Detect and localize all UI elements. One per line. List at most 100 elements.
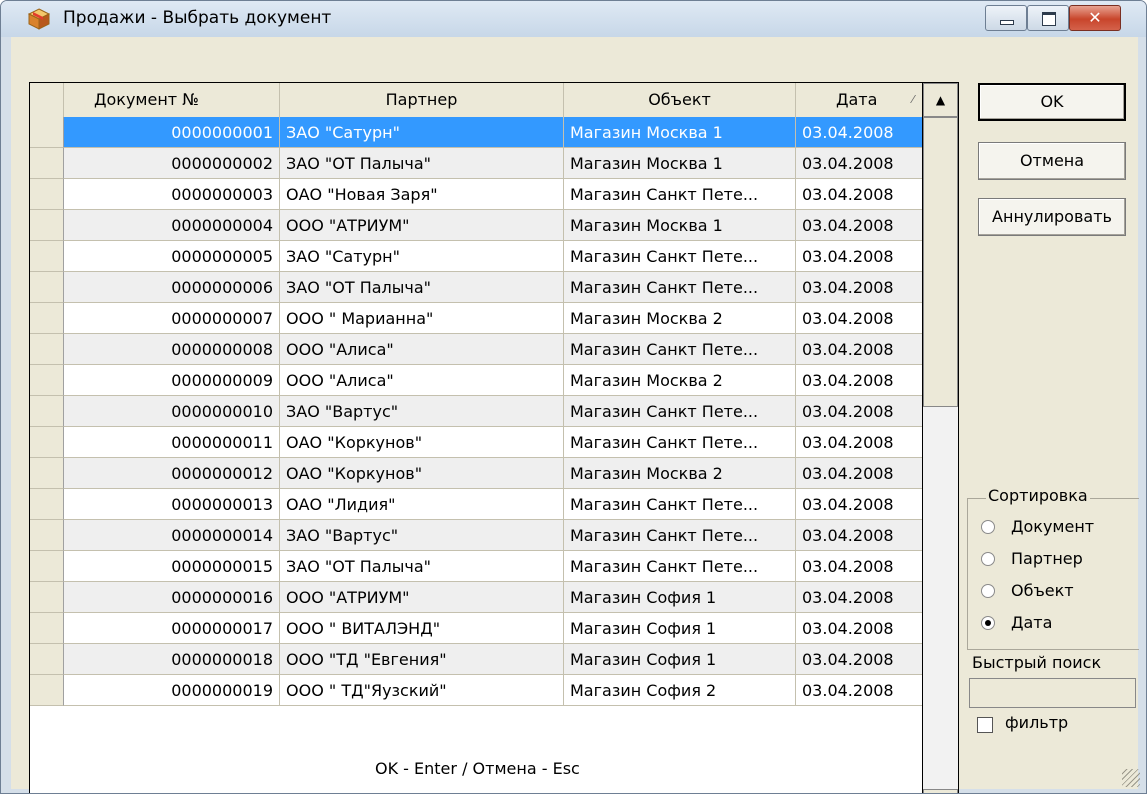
partner-cell: ООО " Марианна" bbox=[280, 303, 564, 334]
maximize-button[interactable] bbox=[1027, 5, 1069, 31]
resize-grip-icon[interactable] bbox=[1122, 769, 1140, 787]
object-cell: Магазин Санкт Пете... bbox=[564, 520, 796, 551]
row-indicator[interactable] bbox=[30, 613, 64, 644]
row-indicator[interactable] bbox=[30, 210, 64, 241]
table-row[interactable]: 0000000001 ЗАО "Сатурн" Магазин Москва 1 03… bbox=[30, 117, 922, 148]
row-indicator[interactable] bbox=[30, 117, 64, 148]
document-number-cell: 0000000003 bbox=[64, 179, 280, 210]
document-number-cell: 0000000019 bbox=[64, 675, 280, 706]
sort-radio-document-label: Документ bbox=[1011, 517, 1095, 536]
column-header-document[interactable]: Документ № bbox=[64, 83, 280, 117]
object-cell: Магазин Санкт Пете... bbox=[564, 489, 796, 520]
object-cell: Магазин Санкт Пете... bbox=[564, 334, 796, 365]
title-bar[interactable]: Продажи - Выбрать документ ✕ bbox=[1, 1, 1146, 37]
filter-label: фильтр bbox=[1005, 713, 1069, 732]
documents-table[interactable]: Документ № Партнер Объект Дата ⁄ 0000000… bbox=[29, 82, 923, 793]
table-row[interactable]: 0000000012 ОАО "Коркунов" Магазин Москва 2… bbox=[30, 458, 922, 489]
table-row[interactable]: 0000000011 ОАО "Коркунов" Магазин Санкт Пе… bbox=[30, 427, 922, 458]
radio-partner-icon bbox=[981, 552, 995, 566]
quick-search-label: Быстрый поиск bbox=[972, 653, 1102, 672]
row-indicator[interactable] bbox=[30, 365, 64, 396]
row-indicator[interactable] bbox=[30, 303, 64, 334]
table-row[interactable]: 0000000006 ЗАО "ОТ Палыча" Магазин Санкт П… bbox=[30, 272, 922, 303]
scroll-up-button[interactable]: ▲ bbox=[923, 83, 958, 117]
table-row[interactable]: 0000000015 ЗАО "ОТ Палыча" Магазин Санкт П… bbox=[30, 551, 922, 582]
document-number-cell: 0000000018 bbox=[64, 644, 280, 675]
row-indicator[interactable] bbox=[30, 644, 64, 675]
document-number-cell: 0000000004 bbox=[64, 210, 280, 241]
close-button[interactable]: ✕ bbox=[1069, 5, 1121, 31]
row-indicator[interactable] bbox=[30, 458, 64, 489]
table-row[interactable]: 0000000019 ООО " ТД"Яузский" Магазин София… bbox=[30, 675, 922, 706]
header-indicator bbox=[30, 83, 64, 117]
table-row[interactable]: 0000000017 ООО " ВИТАЛЭНД" Магазин София 1… bbox=[30, 613, 922, 644]
date-cell: 03.04.2008 bbox=[796, 365, 922, 396]
date-cell: 03.04.2008 bbox=[796, 334, 922, 365]
document-number-cell: 0000000009 bbox=[64, 365, 280, 396]
table-row[interactable]: 0000000003 ОАО "Новая Заря" Магазин Санкт … bbox=[30, 179, 922, 210]
date-cell: 03.04.2008 bbox=[796, 272, 922, 303]
partner-cell: ОАО "Коркунов" bbox=[280, 427, 564, 458]
partner-cell: ЗАО "ОТ Палыча" bbox=[280, 551, 564, 582]
table-row[interactable]: 0000000013 ОАО "Лидия" Магазин Санкт Пете.… bbox=[30, 489, 922, 520]
date-cell: 03.04.2008 bbox=[796, 675, 922, 706]
status-hint: OK - Enter / Отмена - Esc bbox=[375, 759, 580, 778]
date-cell: 03.04.2008 bbox=[796, 427, 922, 458]
table-row[interactable]: 0000000018 ООО "ТД "Евгения" Магазин София… bbox=[30, 644, 922, 675]
radio-document-icon bbox=[981, 520, 995, 534]
annul-button[interactable]: Аннулировать bbox=[978, 198, 1126, 236]
partner-cell: ЗАО "Вартус" bbox=[280, 520, 564, 551]
partner-cell: ОАО "Новая Заря" bbox=[280, 179, 564, 210]
row-indicator[interactable] bbox=[30, 551, 64, 582]
column-header-date[interactable]: Дата ⁄ bbox=[796, 83, 922, 117]
table-row[interactable]: 0000000004 ООО "АТРИУМ" Магазин Москва 1 03… bbox=[30, 210, 922, 241]
table-row[interactable]: 0000000016 ООО "АТРИУМ" Магазин София 1 03.… bbox=[30, 582, 922, 613]
table-row[interactable]: 0000000008 ООО "Алиса" Магазин Санкт Пете.… bbox=[30, 334, 922, 365]
table-row[interactable]: 0000000007 ООО " Марианна" Магазин Москва … bbox=[30, 303, 922, 334]
select-document-window: Продажи - Выбрать документ ✕ Документ № … bbox=[0, 0, 1147, 794]
date-cell: 03.04.2008 bbox=[796, 458, 922, 489]
document-number-cell: 0000000010 bbox=[64, 396, 280, 427]
partner-cell: ООО "Алиса" bbox=[280, 365, 564, 396]
column-header-partner[interactable]: Партнер bbox=[280, 83, 564, 117]
table-row[interactable]: 0000000010 ЗАО "Вартус" Магазин Санкт Пете… bbox=[30, 396, 922, 427]
row-indicator[interactable] bbox=[30, 241, 64, 272]
date-cell: 03.04.2008 bbox=[796, 303, 922, 334]
row-indicator[interactable] bbox=[30, 396, 64, 427]
date-cell: 03.04.2008 bbox=[796, 210, 922, 241]
row-indicator[interactable] bbox=[30, 582, 64, 613]
quick-search-input[interactable] bbox=[969, 678, 1136, 708]
date-cell: 03.04.2008 bbox=[796, 396, 922, 427]
table-row[interactable]: 0000000005 ЗАО "Сатурн" Магазин Санкт Пете… bbox=[30, 241, 922, 272]
vertical-scrollbar[interactable]: ▲ ▼ bbox=[923, 82, 959, 793]
partner-cell: ЗАО "Сатурн" bbox=[280, 241, 564, 272]
row-indicator[interactable] bbox=[30, 272, 64, 303]
ok-button[interactable]: OK bbox=[978, 83, 1126, 121]
document-number-cell: 0000000006 bbox=[64, 272, 280, 303]
row-indicator[interactable] bbox=[30, 489, 64, 520]
date-cell: 03.04.2008 bbox=[796, 520, 922, 551]
row-indicator[interactable] bbox=[30, 148, 64, 179]
table-row[interactable]: 0000000002 ЗАО "ОТ Палыча" Магазин Москва … bbox=[30, 148, 922, 179]
sort-radio-partner-label: Партнер bbox=[1011, 549, 1083, 568]
scroll-down-button[interactable]: ▼ bbox=[923, 789, 958, 793]
table-row[interactable]: 0000000014 ЗАО "Вартус" Магазин Санкт Пете… bbox=[30, 520, 922, 551]
scroll-thumb[interactable] bbox=[923, 117, 958, 407]
row-indicator[interactable] bbox=[30, 334, 64, 365]
row-indicator[interactable] bbox=[30, 520, 64, 551]
filter-checkbox[interactable] bbox=[977, 717, 993, 733]
row-indicator[interactable] bbox=[30, 427, 64, 458]
row-indicator[interactable] bbox=[30, 179, 64, 210]
row-indicator[interactable] bbox=[30, 675, 64, 706]
document-number-cell: 0000000001 bbox=[64, 117, 280, 148]
partner-cell: ЗАО "ОТ Палыча" bbox=[280, 148, 564, 179]
document-number-cell: 0000000016 bbox=[64, 582, 280, 613]
date-cell: 03.04.2008 bbox=[796, 613, 922, 644]
object-cell: Магазин Санкт Пете... bbox=[564, 427, 796, 458]
radio-date-icon bbox=[981, 616, 995, 630]
minimize-button[interactable] bbox=[985, 5, 1027, 31]
table-row[interactable]: 0000000009 ООО "Алиса" Магазин Москва 2 03.… bbox=[30, 365, 922, 396]
column-header-object[interactable]: Объект bbox=[564, 83, 796, 117]
date-cell: 03.04.2008 bbox=[796, 148, 922, 179]
cancel-button[interactable]: Отмена bbox=[978, 142, 1126, 180]
